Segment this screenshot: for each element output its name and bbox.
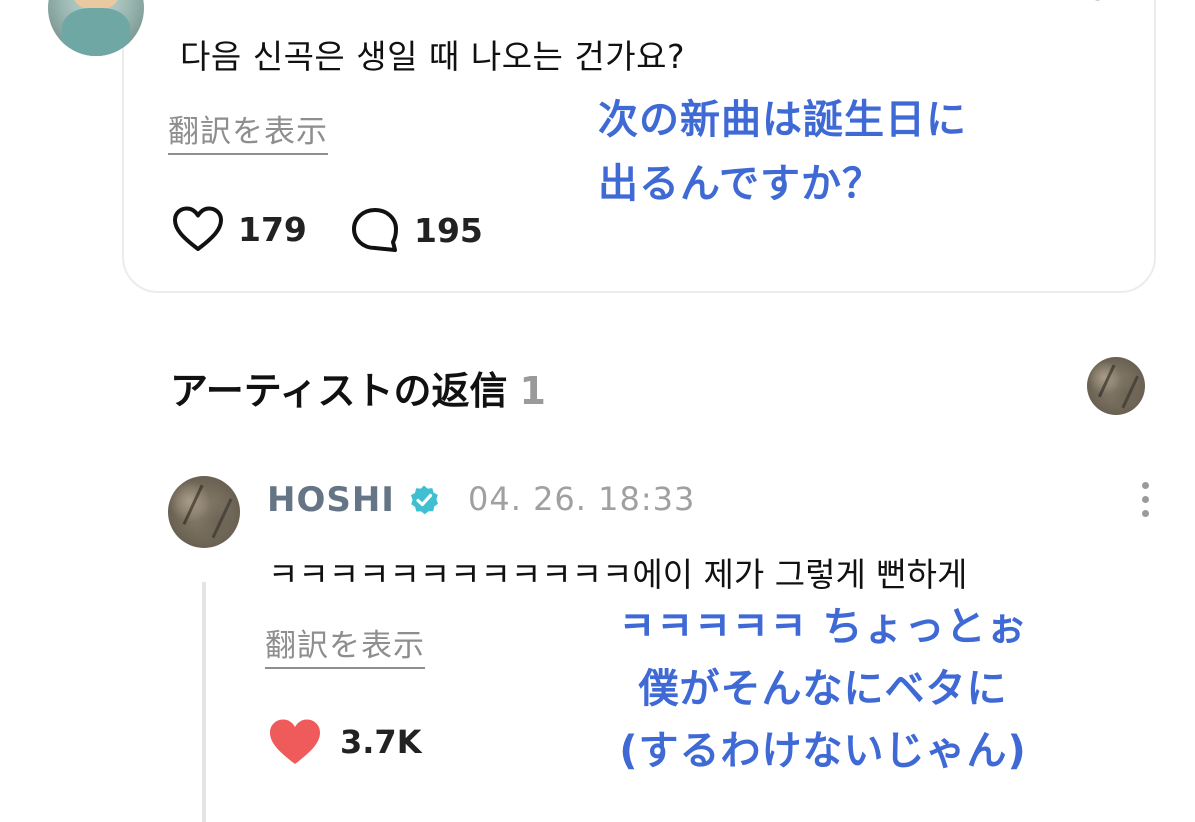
post-like-button[interactable]: 179 (172, 206, 307, 252)
show-translation-link[interactable]: 翻訳を表示 (168, 106, 328, 155)
thread-line (202, 582, 206, 822)
reply-author-name[interactable]: HOSHI (267, 480, 395, 520)
overlay-bottom-line-2: 僕がそんなにベタに (638, 666, 1008, 712)
artist-avatar-small[interactable] (1087, 357, 1145, 415)
artist-replies-count: 1 (519, 369, 546, 413)
reply-timestamp: 04. 26. 18:33 (468, 480, 696, 518)
reply-text: ㅋㅋㅋㅋㅋㅋㅋㅋㅋㅋㅋㅋ에이 제가 그렇게 뻔하게 (268, 555, 968, 594)
artist-replies-title: アーティストの返信 (170, 369, 508, 413)
translation-overlay-bottom: ㅋㅋㅋㅋㅋ ちょっとぉ 僕がそんなにベタに (するわけないじゃん) (588, 596, 1058, 782)
overlay-bottom-line-3: (するわけないじゃん) (619, 728, 1027, 774)
reply-like-button[interactable]: 3.7K (268, 718, 421, 766)
more-vertical-icon[interactable] (1137, 482, 1157, 520)
comment-bubble-icon (352, 208, 398, 252)
verified-badge-icon (410, 485, 438, 515)
post-like-count: 179 (238, 209, 307, 249)
reply-like-count: 3.7K (340, 723, 422, 761)
fan-avatar[interactable] (48, 0, 144, 56)
overlay-top-line-2: 出るんですか？ (598, 161, 883, 207)
post-comment-count: 195 (414, 210, 483, 250)
more-dot (1142, 496, 1149, 503)
heart-icon (173, 206, 223, 251)
reply-author-avatar[interactable] (168, 476, 240, 548)
reply-show-translation-link[interactable]: 翻訳を表示 (265, 620, 425, 669)
avatar-body-shape (62, 8, 130, 56)
overlay-top-line-1: 次の新曲は誕生日に (598, 97, 967, 143)
post-text: 다음 신곡은 생일 때 나오는 건가요? (180, 37, 686, 76)
more-dot (1142, 510, 1149, 517)
overlay-bottom-line-1: ㅋㅋㅋㅋㅋ ちょっとぉ (618, 604, 1028, 650)
artist-replies-heading: アーティストの返信 1 (170, 360, 546, 415)
more-dot (1142, 482, 1149, 489)
post-comment-button[interactable]: 195 (350, 206, 483, 254)
heart-filled-icon (270, 719, 320, 764)
translation-overlay-top: 次の新曲は誕生日に 出るんですか？ (598, 88, 967, 216)
